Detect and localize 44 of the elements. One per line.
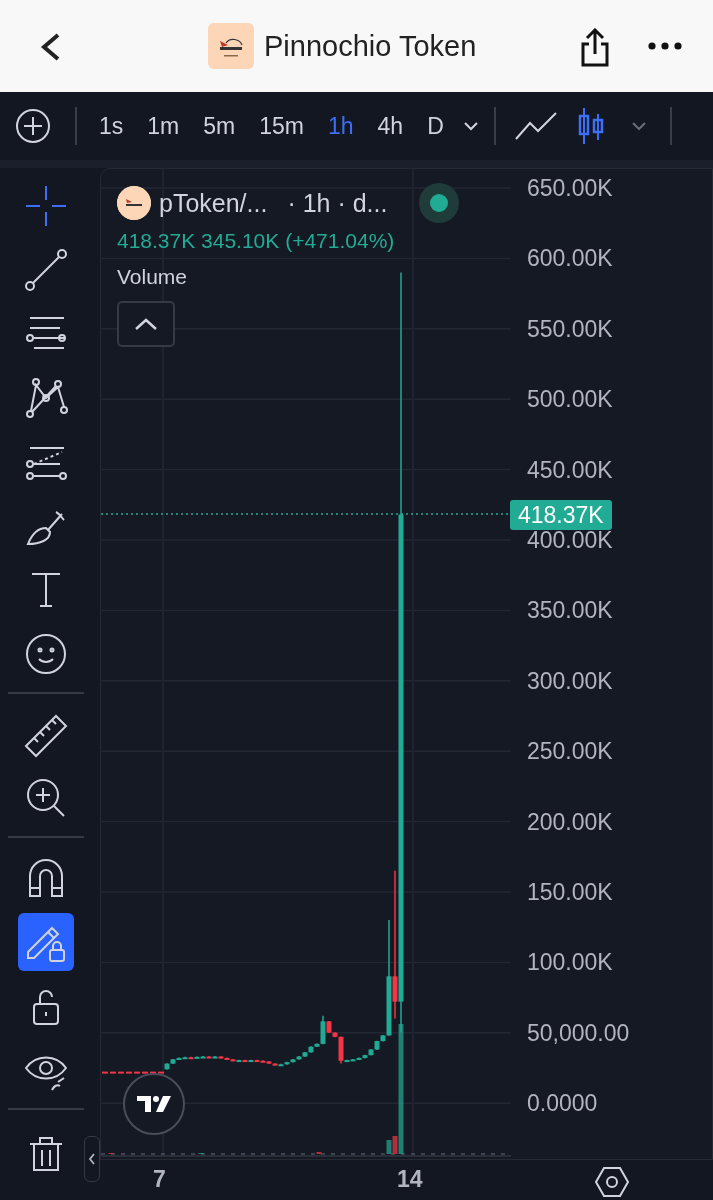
time-axis-label: 14 <box>397 1166 423 1193</box>
price-axis-label: 550.00K <box>527 314 613 343</box>
symbol-details: · 1h · d... <box>287 188 388 218</box>
interval-tab[interactable]: 4h <box>365 112 416 140</box>
volume-label: Volume <box>117 265 189 289</box>
interval-tab[interactable]: 1s <box>87 112 136 140</box>
caret-icon[interactable] <box>461 120 480 132</box>
price-change-values: 418.37K 345.10K (+471.04%) <box>117 229 396 253</box>
coin-logo-icon <box>117 186 151 220</box>
interval-tab[interactable]: 1h <box>315 112 366 140</box>
price-axis-label: 300.00K <box>527 666 613 695</box>
status-indicator <box>419 183 460 223</box>
interval-tab[interactable]: 5m <box>191 112 248 140</box>
more-icon[interactable] <box>648 42 682 50</box>
chevron-up-icon <box>134 317 158 331</box>
share-icon[interactable] <box>580 28 610 68</box>
collapse-sidebar-button[interactable] <box>84 1136 100 1182</box>
price-axis-label: 250.00K <box>527 737 613 766</box>
logo-icon <box>123 1073 185 1135</box>
add-icon[interactable] <box>15 108 51 144</box>
trendline-icon <box>22 246 70 294</box>
interval-tab[interactable]: D <box>415 112 456 140</box>
price-axis-label: 150.00K <box>527 878 613 906</box>
symbol-name: pToken/... <box>159 188 268 218</box>
collapse-button[interactable] <box>117 301 175 347</box>
price-axis-label: 200.00K <box>527 807 613 836</box>
token-title: Pinnochio Token <box>264 29 477 63</box>
logo-icon <box>208 23 254 69</box>
last-price-badge: 418.37K <box>510 500 612 530</box>
price-axis-label: 50,000.00 <box>527 1018 630 1047</box>
chevron-left-icon <box>88 1152 96 1166</box>
price-axis-label: 0.0000 <box>527 1089 598 1118</box>
price-axis-label: 500.00K <box>527 385 613 414</box>
price-axis-label: 450.00K <box>527 455 613 484</box>
price-axis-label: 650.00K <box>527 174 613 202</box>
line-chart-icon[interactable] <box>513 111 558 141</box>
price-axis-label: 100.00K <box>527 948 613 977</box>
price-axis-label: 350.00K <box>527 596 613 625</box>
interval-tab[interactable]: 15m <box>247 112 316 140</box>
interval-tab[interactable]: 1m <box>135 112 192 140</box>
back-icon[interactable] <box>38 32 62 62</box>
settings-icon[interactable] <box>594 1166 630 1198</box>
price-axis-label: 600.00K <box>527 244 613 273</box>
time-axis-label: 7 <box>153 1166 166 1193</box>
